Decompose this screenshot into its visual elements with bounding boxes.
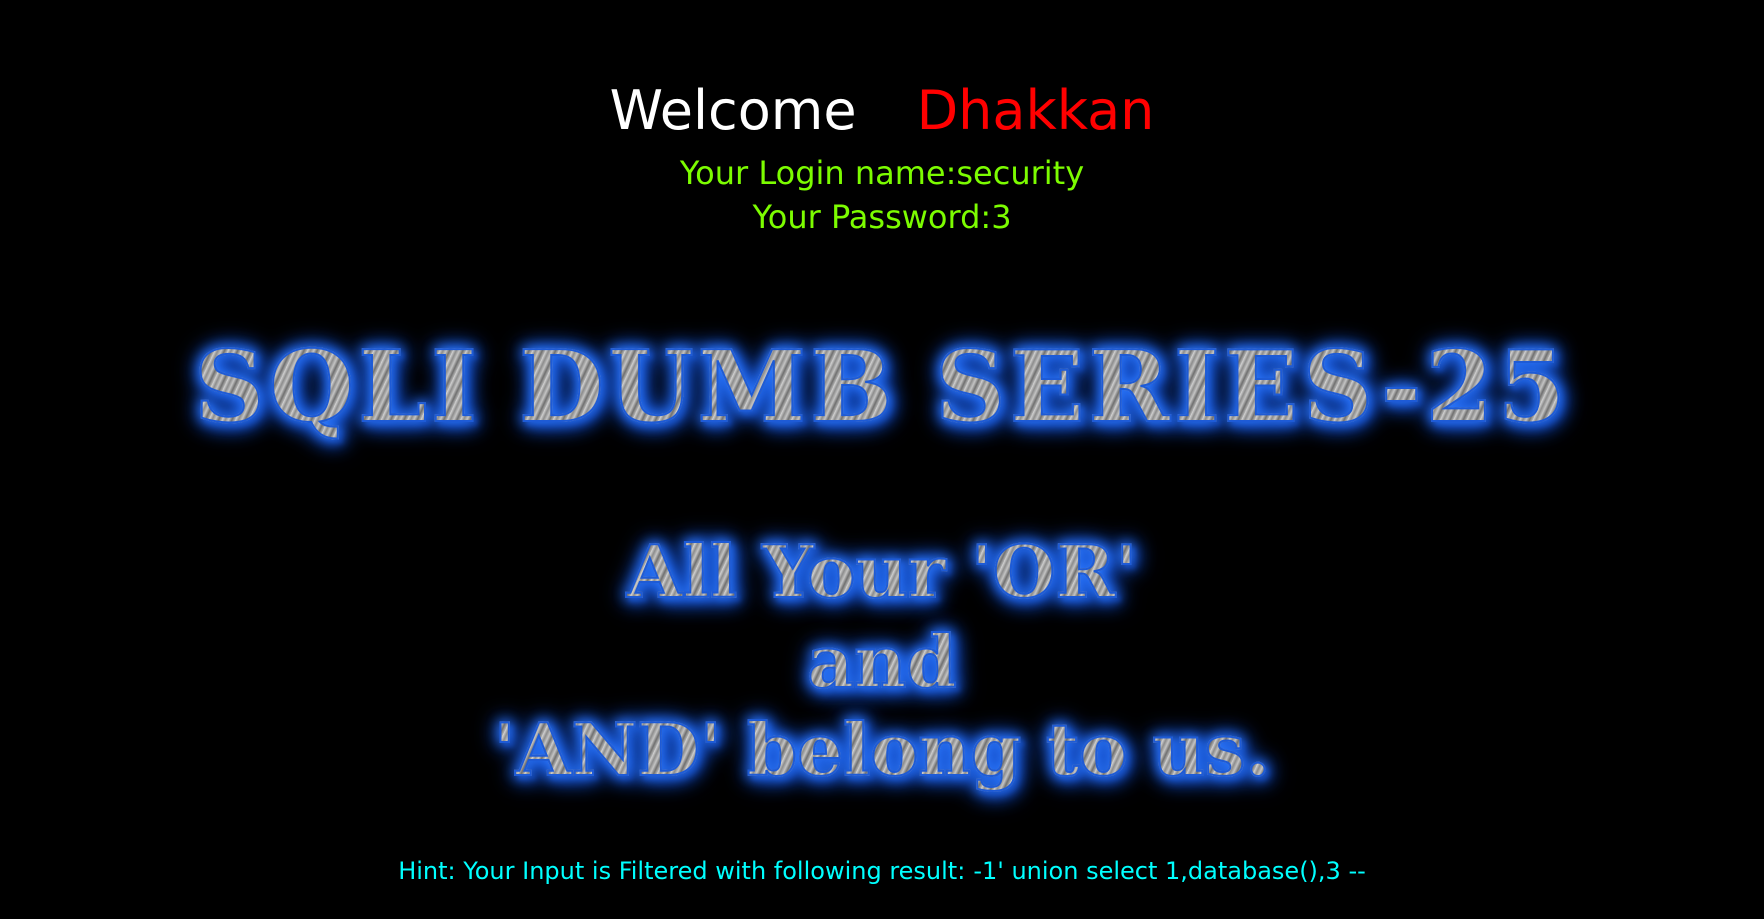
slogan-line-1: All Your 'OR' [0, 528, 1764, 616]
login-password-text: Your Password:3 [752, 198, 1012, 236]
slogan-line-3: 'AND' belong to us. [0, 706, 1764, 794]
welcome-greeting: Welcome [609, 79, 857, 142]
welcome-heading: Welcome Dhakkan [0, 78, 1764, 144]
hint-label: Hint: Your Input is Filtered with follow… [398, 857, 966, 885]
login-name-text: Your Login name:security [679, 154, 1085, 192]
hint-text: Hint: Your Input is Filtered with follow… [0, 856, 1764, 886]
welcome-username: Dhakkan [916, 79, 1155, 142]
slogan-line-2: and [0, 618, 1764, 706]
series-title-banner: SQLI DUMB SERIES-25 [0, 328, 1764, 448]
hint-filtered-result: -1' union select 1,database(),3 -- [973, 857, 1366, 885]
